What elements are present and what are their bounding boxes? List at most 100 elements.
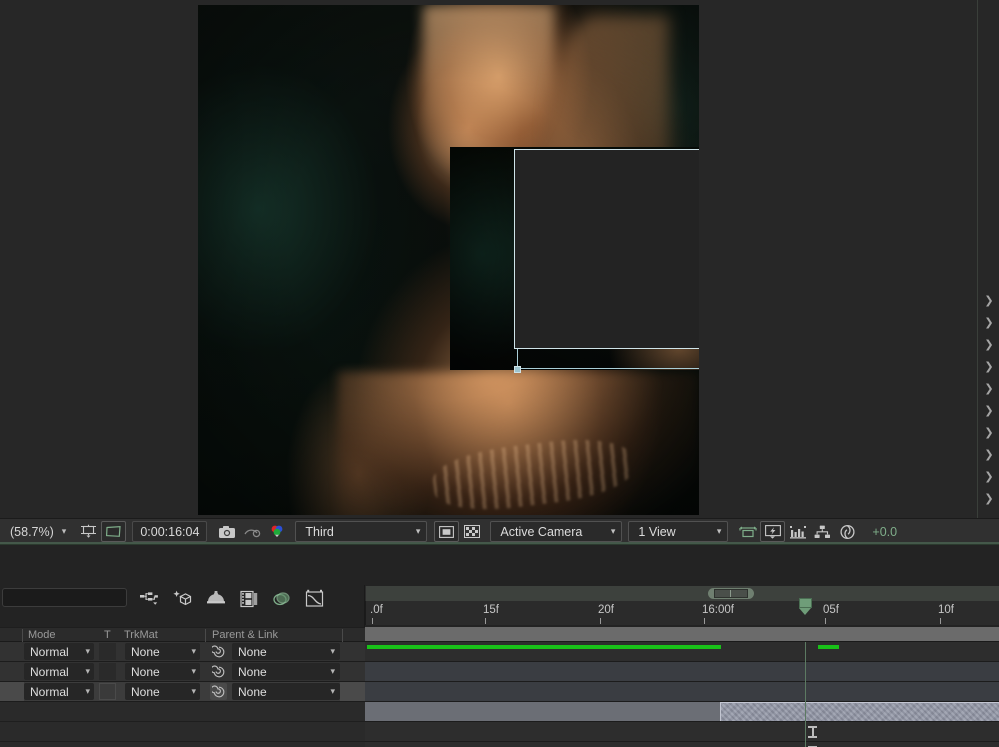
region-of-interest-icon[interactable]: [76, 521, 101, 542]
parent-pickwhip-icon[interactable]: [210, 683, 227, 700]
ruler-tick-label: 10f: [938, 604, 954, 616]
frame-blending-icon[interactable]: [237, 587, 261, 611]
collapsed-panel-rail[interactable]: ❯ ❯ ❯ ❯ ❯ ❯ ❯ ❯ ❯ ❯: [977, 0, 999, 518]
empty-layer-row[interactable]: [0, 702, 365, 722]
draft-3d-icon[interactable]: [171, 587, 195, 611]
rgb-channel-icon[interactable]: [264, 521, 289, 542]
hide-shy-layers-icon[interactable]: [204, 587, 228, 611]
chevron-down-icon: ▾: [330, 646, 335, 657]
playhead-head: [799, 598, 812, 608]
track-matte-dropdown[interactable]: None ▾: [125, 643, 200, 660]
ruler-tick-label: .0f: [370, 604, 383, 616]
playhead-line: [805, 642, 806, 747]
layer-switch-column[interactable]: [0, 662, 24, 681]
camera-view-dropdown[interactable]: Active Camera ▾: [490, 521, 623, 542]
timeline-panel[interactable]: .0f 15f 20f 16:00f 05f 10f Mode T TrkMat Pare…: [0, 547, 999, 747]
track-row[interactable]: [365, 682, 999, 702]
nested-precomp-layer[interactable]: [450, 147, 699, 370]
parent-link-dropdown[interactable]: None ▾: [232, 663, 340, 680]
exposure-value[interactable]: +0.0: [872, 525, 897, 539]
preserve-transparency-toggle[interactable]: [99, 683, 116, 700]
blending-mode-dropdown[interactable]: Normal ▾: [24, 663, 94, 680]
layer-row[interactable]: Normal ▾ None ▾ None ▾: [0, 642, 365, 662]
layer-duration-bar[interactable]: [365, 702, 720, 721]
magnification-ratio-value[interactable]: (58.7%): [0, 525, 60, 539]
parent-link-value: None: [238, 684, 267, 699]
ruler-tick-mark: [600, 618, 601, 624]
composition-mini-flowchart-icon[interactable]: [138, 587, 162, 611]
track-matte-dropdown[interactable]: None ▾: [125, 663, 200, 680]
layer-switch-column[interactable]: [0, 642, 24, 661]
layer-row[interactable]: Normal ▾ None ▾ None ▾: [0, 682, 365, 702]
blending-mode-value: Normal: [30, 644, 69, 659]
ruler-tick-mark: [485, 618, 486, 624]
parent-link-value: None: [238, 644, 267, 659]
keyframe-marker[interactable]: [808, 725, 817, 739]
search-input[interactable]: [2, 588, 127, 607]
title-action-safe-icon[interactable]: [101, 521, 127, 542]
blending-mode-dropdown[interactable]: Normal ▾: [24, 683, 94, 700]
comp-flowchart-icon[interactable]: [810, 521, 835, 542]
time-ruler[interactable]: .0f 15f 20f 16:00f 05f 10f: [365, 585, 999, 625]
fast-previews-icon[interactable]: [760, 521, 786, 542]
timeline-navigator-thumb[interactable]: [708, 588, 754, 599]
parent-pickwhip-icon[interactable]: [210, 663, 227, 680]
resolution-dropdown[interactable]: Third ▾: [295, 521, 428, 542]
parent-link-dropdown[interactable]: None ▾: [232, 643, 340, 660]
toggle-mask-icon[interactable]: [434, 521, 460, 542]
composition-viewer-panel[interactable]: ❯ ❯ ❯ ❯ ❯ ❯ ❯ ❯ ❯ ❯: [0, 0, 999, 518]
chevron-right-icon[interactable]: ❯: [983, 405, 995, 417]
track-row[interactable]: [365, 662, 999, 682]
show-snapshot-icon[interactable]: [239, 521, 264, 542]
chevron-right-icon[interactable]: ❯: [983, 339, 995, 351]
composition-canvas[interactable]: [198, 5, 699, 515]
chevron-right-icon[interactable]: ❯: [983, 361, 995, 373]
layer-row[interactable]: Normal ▾ None ▾ None ▾: [0, 662, 365, 682]
chevron-right-icon[interactable]: ❯: [983, 383, 995, 395]
layer-duration-bar-selected[interactable]: [720, 702, 999, 721]
parent-link-dropdown[interactable]: None ▾: [232, 683, 340, 700]
timeline-navigator-strip[interactable]: [365, 586, 999, 601]
timeline-view-icon[interactable]: [785, 521, 810, 542]
view-layout-dropdown[interactable]: 1 View ▾: [628, 521, 729, 542]
exposure-aperture-icon[interactable]: [835, 521, 860, 542]
timeline-toolbar[interactable]: [138, 585, 358, 613]
chevron-right-icon[interactable]: ❯: [983, 317, 995, 329]
time-ruler-ticks[interactable]: .0f 15f 20f 16:00f 05f 10f: [365, 601, 999, 625]
track-row[interactable]: [365, 702, 999, 722]
track-row[interactable]: [365, 722, 999, 742]
chevron-down-icon: ▾: [85, 646, 90, 657]
empty-layer-row[interactable]: [0, 742, 365, 747]
viewer-bottom-toolbar[interactable]: (58.7%) ▾ 0:00:16:04 Third ▾ Active Came…: [0, 518, 999, 545]
pixel-aspect-correction-icon[interactable]: [735, 521, 760, 542]
chevron-right-icon[interactable]: ❯: [983, 295, 995, 307]
transparency-grid-icon[interactable]: [459, 521, 484, 542]
empty-layer-row[interactable]: [0, 722, 365, 742]
preserve-transparency-toggle[interactable]: [99, 643, 116, 660]
playhead-tip: [799, 608, 811, 615]
track-row[interactable]: [365, 642, 999, 662]
timeline-track-area[interactable]: [365, 642, 999, 747]
blending-mode-value: Normal: [30, 664, 69, 679]
time-playhead[interactable]: [799, 598, 812, 615]
camera-view-value: Active Camera: [500, 524, 583, 539]
chevron-right-icon[interactable]: ❯: [983, 471, 995, 483]
motion-blur-icon[interactable]: [270, 587, 294, 611]
parent-pickwhip-icon[interactable]: [210, 643, 227, 660]
chevron-right-icon[interactable]: ❯: [983, 427, 995, 439]
preserve-transparency-toggle[interactable]: [99, 663, 116, 680]
graph-editor-icon[interactable]: [303, 587, 327, 611]
chevron-down-icon: ▾: [610, 526, 616, 537]
current-time-field[interactable]: 0:00:16:04: [132, 521, 208, 542]
chevron-right-icon[interactable]: ❯: [983, 493, 995, 505]
camera-snapshot-icon[interactable]: [214, 521, 239, 542]
layer-switch-column[interactable]: [0, 682, 24, 701]
chevron-right-icon[interactable]: ❯: [983, 449, 995, 461]
chevron-down-icon[interactable]: ▾: [60, 527, 77, 537]
layer-list[interactable]: Normal ▾ None ▾ None ▾ Normal ▾ None ▾ None ▾ Normal…: [0, 642, 365, 747]
track-row[interactable]: [365, 742, 999, 747]
blending-mode-dropdown[interactable]: Normal ▾: [24, 643, 94, 660]
track-matte-dropdown[interactable]: None ▾: [125, 683, 200, 700]
chevron-down-icon: ▾: [415, 526, 421, 537]
ruler-tick-label: 05f: [823, 604, 839, 616]
